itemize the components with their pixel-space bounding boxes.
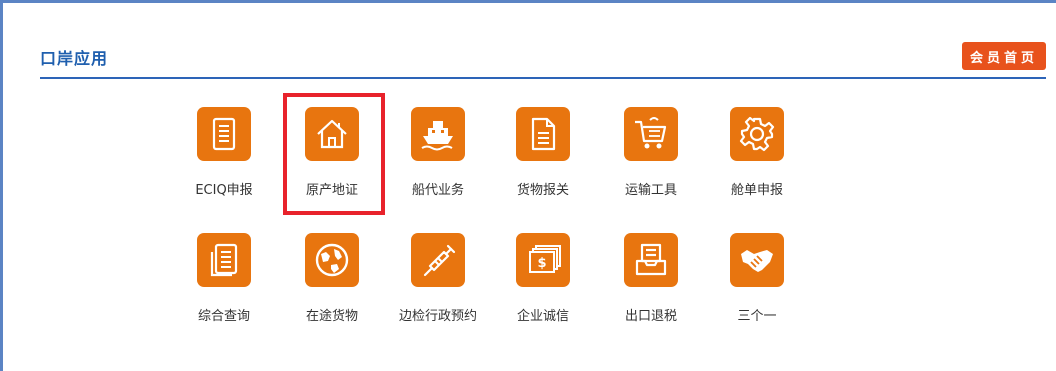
app-label: 船代业务 bbox=[411, 183, 464, 198]
selection-highlight bbox=[283, 93, 385, 215]
app-label: 三个一 bbox=[737, 309, 777, 324]
panel-header: 口岸应用 会员首页 bbox=[40, 37, 1046, 79]
gear-icon bbox=[730, 107, 784, 161]
app-tile-transport-vehicles[interactable]: 运输工具 bbox=[597, 107, 705, 219]
money-stack-icon: $ bbox=[516, 233, 570, 287]
app-label: 边检行政预约 bbox=[398, 309, 477, 324]
inbox-tray-icon bbox=[624, 233, 678, 287]
app-tile-border-appointment[interactable]: 边检行政预约 bbox=[384, 233, 492, 345]
cart-icon bbox=[624, 107, 678, 161]
app-label: 货物报关 bbox=[516, 183, 569, 198]
ship-icon bbox=[411, 107, 465, 161]
app-label: 出口退税 bbox=[624, 309, 677, 324]
handshake-icon bbox=[730, 233, 784, 287]
app-label: 企业诚信 bbox=[516, 309, 569, 324]
app-tile-goods-in-transit[interactable]: 在途货物 bbox=[278, 233, 386, 345]
clipboard-list-icon bbox=[197, 233, 251, 287]
app-label: ECIQ申报 bbox=[195, 183, 253, 198]
member-home-button[interactable]: 会员首页 bbox=[962, 42, 1046, 70]
document-icon bbox=[197, 107, 251, 161]
syringe-icon bbox=[411, 233, 465, 287]
app-tile-comprehensive-query[interactable]: 综合查询 bbox=[170, 233, 278, 345]
app-label: 在途货物 bbox=[305, 309, 358, 324]
app-tile-manifest-declaration[interactable]: 舱单申报 bbox=[703, 107, 811, 219]
file-icon bbox=[516, 107, 570, 161]
app-tile-customs-declaration[interactable]: 货物报关 bbox=[489, 107, 597, 219]
app-label: 舱单申报 bbox=[730, 183, 783, 198]
app-tile-shipping-agency[interactable]: 船代业务 bbox=[384, 107, 492, 219]
globe-icon bbox=[305, 233, 359, 287]
app-label: 运输工具 bbox=[624, 183, 677, 198]
app-tile-enterprise-credit[interactable]: $ 企业诚信 bbox=[489, 233, 597, 345]
app-tile-eciq[interactable]: ECIQ申报 bbox=[170, 107, 278, 219]
app-tile-export-tax-refund[interactable]: 出口退税 bbox=[597, 233, 705, 345]
app-tile-three-in-one[interactable]: 三个一 bbox=[703, 233, 811, 345]
app-label: 综合查询 bbox=[197, 309, 250, 324]
svg-text:$: $ bbox=[537, 256, 546, 271]
app-panel: 口岸应用 会员首页 ECIQ申报 原产地证 船代业务 货物报关 运输工具 舱单申… bbox=[0, 0, 1056, 371]
panel-title: 口岸应用 bbox=[40, 49, 109, 68]
